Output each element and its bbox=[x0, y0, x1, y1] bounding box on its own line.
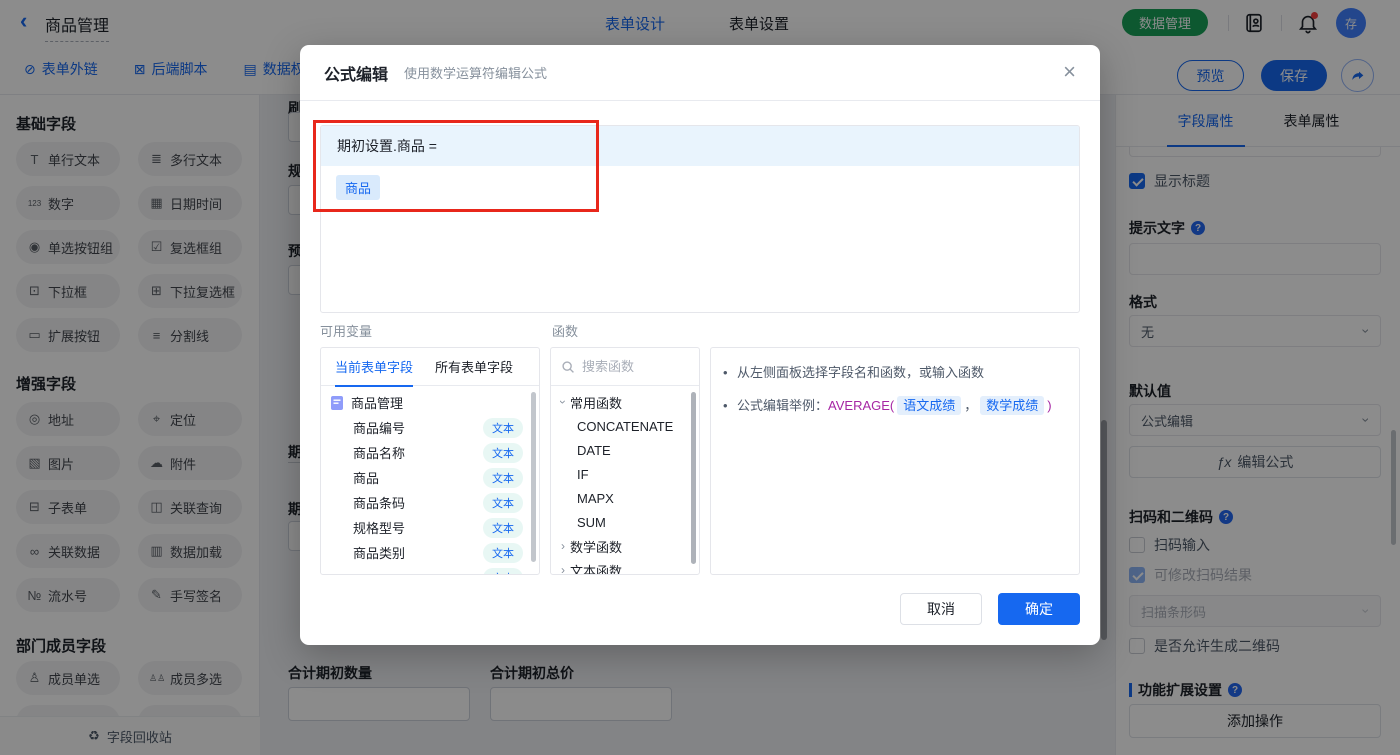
confirm-button[interactable]: 确定 bbox=[998, 593, 1080, 625]
function-group-label: 常用函数 bbox=[570, 395, 623, 411]
hint-line-2: 公式编辑举例：AVERAGE(语文成绩，数学成绩) bbox=[723, 396, 1065, 416]
type-badge: 文本 bbox=[483, 542, 523, 563]
variables-panel: 当前表单字段 所有表单字段 商品管理 商品编号 文本 商品名称 文本 商品 文本 商品… bbox=[320, 347, 540, 575]
document-icon bbox=[331, 395, 343, 410]
hint-comma: ， bbox=[964, 398, 978, 413]
variable-name: 商品名称 bbox=[353, 446, 406, 461]
type-badge: 文本 bbox=[483, 467, 523, 488]
hints-panel: 从左侧面板选择字段名和函数，或输入函数 公式编辑举例：AVERAGE(语文成绩，… bbox=[710, 347, 1080, 575]
variable-field-row[interactable]: 商品名称 文本 bbox=[321, 440, 539, 465]
function-group-math[interactable]: › 数学函数 bbox=[551, 534, 699, 558]
type-badge: 文本 bbox=[483, 567, 523, 574]
chevron-expanded-icon: › bbox=[556, 400, 570, 404]
type-badge: 文本 bbox=[483, 517, 523, 538]
hint-line-1: 从左侧面板选择字段名和函数，或输入函数 bbox=[723, 363, 1065, 383]
modal-title: 公式编辑 bbox=[324, 66, 389, 84]
variable-name: 商品条码 bbox=[353, 496, 406, 511]
variable-name: 商品类别 bbox=[353, 546, 406, 561]
variables-tree-root[interactable]: 商品管理 bbox=[321, 390, 539, 415]
function-item[interactable]: MAPX bbox=[551, 486, 699, 510]
chevron-collapsed-icon: › bbox=[561, 539, 565, 553]
variables-heading: 可用变量 bbox=[320, 324, 373, 339]
variable-field-row[interactable]: 规格型号 文本 bbox=[321, 515, 539, 540]
formula-token-product[interactable]: 商品 bbox=[336, 175, 381, 200]
variable-name: 商品编号 bbox=[353, 421, 406, 436]
function-group-common[interactable]: › 常用函数 bbox=[551, 390, 699, 414]
variable-field-row[interactable]: 文本 bbox=[321, 565, 539, 574]
hint-arg-tag: 数学成绩 bbox=[980, 396, 1045, 415]
chevron-collapsed-icon: › bbox=[561, 563, 565, 575]
type-badge: 文本 bbox=[483, 417, 523, 438]
hint-example-prefix: 公式编辑举例： bbox=[737, 398, 829, 413]
search-icon bbox=[562, 360, 574, 373]
function-group-label: 数学函数 bbox=[570, 539, 623, 555]
formula-target-row: 期初设置.商品 = bbox=[321, 126, 1079, 166]
function-item[interactable]: DATE bbox=[551, 438, 699, 462]
tree-root-label: 商品管理 bbox=[351, 396, 404, 411]
functions-panel: ›常用函数 CONCATENATE DATE IF MAPX SUM ›数学函数… bbox=[550, 347, 700, 575]
function-group-label: 文本函数 bbox=[570, 563, 623, 575]
function-group-text[interactable]: › 文本函数 bbox=[551, 558, 699, 575]
formula-editor-area[interactable]: 期初设置.商品 = bbox=[320, 125, 1080, 313]
hint-arg-tag: 语文成绩 bbox=[897, 396, 962, 415]
type-badge: 文本 bbox=[483, 492, 523, 513]
hint-function-open: AVERAGE( bbox=[828, 398, 895, 413]
formula-edit-modal: 公式编辑 使用数学运算符编辑公式 × 期初设置.商品 = 商品 可用变量 函数 … bbox=[300, 45, 1100, 645]
variable-field-row[interactable]: 商品编号 文本 bbox=[321, 415, 539, 440]
function-search[interactable] bbox=[551, 348, 699, 386]
functions-heading: 函数 bbox=[552, 324, 579, 339]
variable-field-row[interactable]: 商品类别 文本 bbox=[321, 540, 539, 565]
tab-all-form-fields[interactable]: 所有表单字段 bbox=[435, 357, 513, 376]
function-search-input[interactable] bbox=[582, 359, 682, 374]
function-item[interactable]: CONCATENATE bbox=[551, 414, 699, 438]
variables-tabs: 当前表单字段 所有表单字段 bbox=[321, 348, 539, 387]
type-badge: 文本 bbox=[483, 442, 523, 463]
app-root: ‹ 商品管理 表单设计 表单设置 数据管理 存 ⊘ 表单外链 ⊠ 后端脚本 ▤ … bbox=[0, 0, 1400, 755]
close-icon[interactable]: × bbox=[1063, 61, 1076, 83]
modal-subtitle: 使用数学运算符编辑公式 bbox=[404, 66, 548, 81]
hint-function-close: ) bbox=[1047, 398, 1052, 413]
functions-scrollbar[interactable] bbox=[691, 392, 696, 564]
variable-name: 商品 bbox=[353, 471, 380, 486]
tab-current-form-fields[interactable]: 当前表单字段 bbox=[335, 357, 414, 387]
variables-scrollbar[interactable] bbox=[531, 392, 536, 562]
function-item[interactable]: SUM bbox=[551, 510, 699, 534]
variable-name: 规格型号 bbox=[353, 521, 406, 536]
cancel-button[interactable]: 取消 bbox=[900, 593, 982, 625]
modal-header: 公式编辑 使用数学运算符编辑公式 × bbox=[300, 45, 1100, 101]
variable-field-row[interactable]: 商品 文本 bbox=[321, 465, 539, 490]
variable-field-row[interactable]: 商品条码 文本 bbox=[321, 490, 539, 515]
function-item[interactable]: IF bbox=[551, 462, 699, 486]
